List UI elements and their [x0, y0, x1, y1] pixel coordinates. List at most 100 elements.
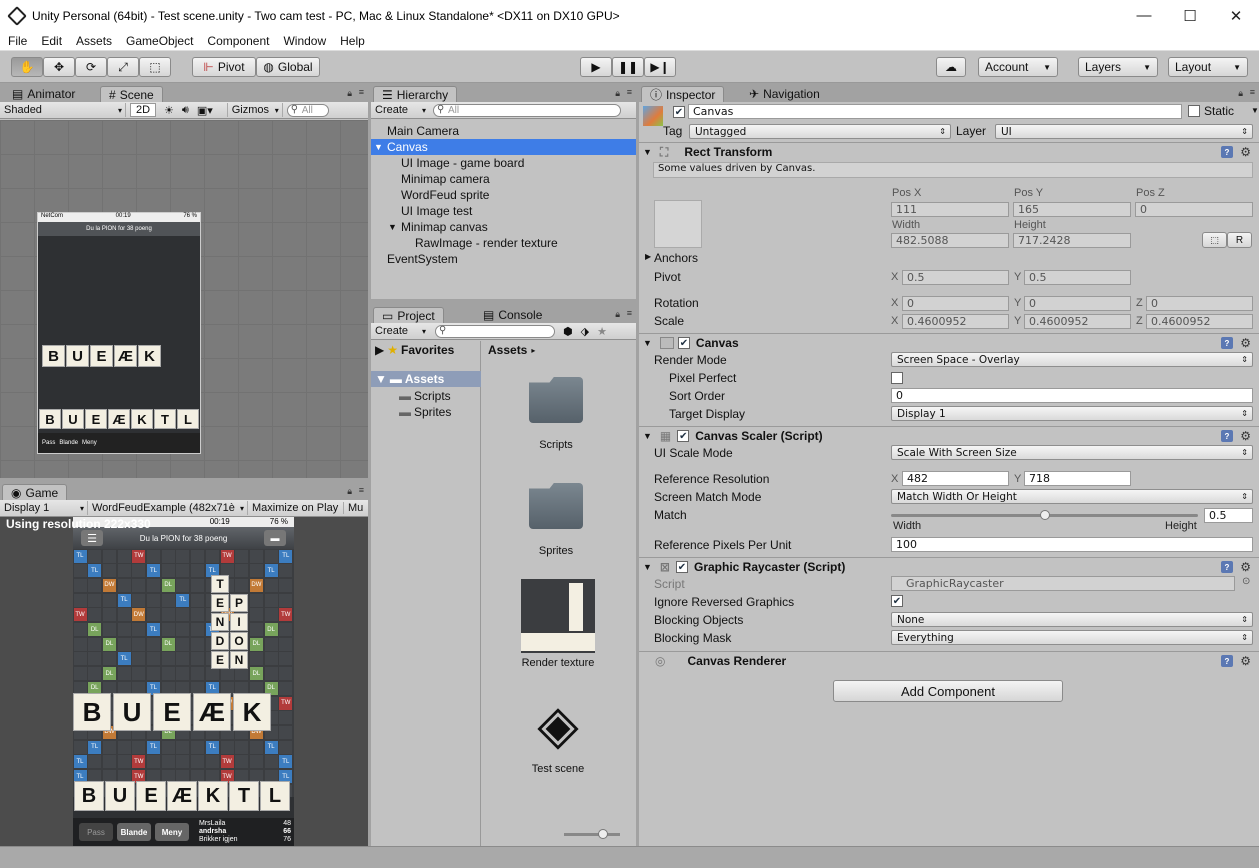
- pivot-x-field[interactable]: 0.5: [902, 270, 1009, 285]
- hierarchy-search-input[interactable]: All: [433, 103, 621, 117]
- filter-label-icon[interactable]: ⬗: [581, 325, 589, 338]
- ui-scale-mode-dropdown[interactable]: Scale With Screen Size: [891, 445, 1253, 460]
- tab-animator[interactable]: ▤ Animator: [4, 86, 83, 102]
- gizmos-dropdown[interactable]: Gizmos: [226, 103, 283, 117]
- ref-y-field[interactable]: 718: [1024, 471, 1131, 486]
- object-picker-icon[interactable]: ⊙: [1242, 576, 1250, 587]
- hierarchy-create-dropdown[interactable]: Create: [371, 103, 429, 117]
- posy-field[interactable]: 165: [1013, 202, 1131, 217]
- ppu-field[interactable]: 100: [891, 537, 1253, 552]
- hierarchy-item[interactable]: UI Image - game board: [371, 155, 636, 171]
- tab-scene[interactable]: # Scene: [100, 86, 163, 102]
- rect-tool-button[interactable]: ⬚: [139, 57, 171, 77]
- panel-menu-icon[interactable]: ≡: [1250, 87, 1255, 97]
- hierarchy-item[interactable]: Minimap camera: [371, 171, 636, 187]
- rot-x-field[interactable]: 0: [902, 296, 1009, 311]
- foldout-arrow-icon[interactable]: ▼: [388, 222, 397, 232]
- help-icon[interactable]: ?: [1221, 655, 1233, 667]
- assets-root-item[interactable]: ▼ ▬ Assets: [371, 371, 481, 387]
- asset-sprites[interactable]: Sprites: [524, 483, 588, 557]
- tab-game[interactable]: ◉ Game: [2, 484, 68, 500]
- lock-icon[interactable]: 🔒︎: [347, 486, 352, 497]
- pivot-toggle[interactable]: ⊩ Pivot: [192, 57, 256, 77]
- project-create-dropdown[interactable]: Create: [371, 324, 429, 338]
- static-checkbox[interactable]: [1188, 105, 1200, 117]
- ref-x-field[interactable]: 482: [902, 471, 1009, 486]
- hierarchy-item[interactable]: UI Image test: [371, 203, 636, 219]
- screen-match-mode-dropdown[interactable]: Match Width Or Height: [891, 489, 1253, 504]
- move-tool-button[interactable]: ✥: [43, 57, 75, 77]
- rot-y-field[interactable]: 0: [1024, 296, 1131, 311]
- shading-dropdown[interactable]: Shaded: [0, 103, 126, 117]
- rotate-tool-button[interactable]: ⟳: [75, 57, 107, 77]
- hierarchy-item[interactable]: Main Camera: [371, 123, 636, 139]
- step-button[interactable]: ▶❙: [644, 57, 676, 77]
- favorites-item[interactable]: ▶ ★ Favorites: [375, 343, 454, 357]
- posx-field[interactable]: 111: [891, 202, 1009, 217]
- sort-order-field[interactable]: 0: [891, 388, 1253, 403]
- mode-2d-toggle[interactable]: 2D: [130, 103, 156, 117]
- render-mode-dropdown[interactable]: Screen Space - Overlay: [891, 352, 1253, 367]
- help-icon[interactable]: ?: [1221, 430, 1233, 442]
- width-field[interactable]: 482.5088: [891, 233, 1009, 248]
- raw-edit-button[interactable]: R: [1227, 232, 1252, 248]
- menu-file[interactable]: File: [0, 34, 33, 48]
- slider-thumb[interactable]: [598, 829, 608, 839]
- foldout-arrow-icon[interactable]: ▼: [374, 142, 383, 152]
- tab-hierarchy[interactable]: ☰ Hierarchy: [373, 86, 458, 102]
- cloud-button[interactable]: ☁: [936, 57, 966, 77]
- asset-scripts[interactable]: Scripts: [524, 377, 588, 451]
- scene-search-input[interactable]: All: [286, 103, 329, 117]
- favorite-star-icon[interactable]: ★: [597, 325, 607, 338]
- hierarchy-item[interactable]: ▼ Minimap canvas: [371, 219, 636, 235]
- menu-edit[interactable]: Edit: [33, 34, 68, 48]
- gear-icon[interactable]: ⚙: [1240, 336, 1251, 350]
- panel-menu-icon[interactable]: ≡: [627, 87, 632, 97]
- play-button[interactable]: ▶: [580, 57, 612, 77]
- lock-icon[interactable]: 🔒︎: [347, 88, 352, 99]
- tab-inspector[interactable]: ⓘ Inspector: [641, 86, 725, 102]
- asset-test-scene[interactable]: ◈ Test scene: [518, 695, 598, 775]
- menu-gameobject[interactable]: GameObject: [118, 34, 199, 48]
- tree-folder-scripts[interactable]: ▬ Scripts: [399, 389, 451, 403]
- scale-tool-button[interactable]: ⤢: [107, 57, 139, 77]
- tab-project[interactable]: ▭ Project: [373, 307, 444, 323]
- blueprint-mode-button[interactable]: ⬚: [1202, 232, 1227, 248]
- canvas-renderer-header[interactable]: ◎ Canvas Renderer ? ⚙: [639, 651, 1259, 670]
- gear-icon[interactable]: ⚙: [1240, 429, 1251, 443]
- anchors-label[interactable]: Anchors: [654, 251, 698, 265]
- hierarchy-item[interactable]: ▼ Canvas: [371, 139, 636, 155]
- pause-button[interactable]: ❚❚: [612, 57, 644, 77]
- height-field[interactable]: 717.2428: [1013, 233, 1131, 248]
- breadcrumb-label[interactable]: Assets: [488, 343, 527, 357]
- mute-toggle[interactable]: Mu: [344, 502, 363, 514]
- add-component-button[interactable]: Add Component: [833, 680, 1063, 702]
- tab-navigation[interactable]: ✈ Navigation: [741, 86, 828, 102]
- raycaster-enabled-checkbox[interactable]: ✔: [675, 561, 688, 573]
- display-dropdown[interactable]: Display 1: [0, 501, 88, 515]
- rect-transform-header[interactable]: ▼ ⛶ Rect Transform ? ⚙: [639, 142, 1259, 161]
- blocking-mask-dropdown[interactable]: Everything: [891, 630, 1253, 645]
- canvas-enabled-checkbox[interactable]: ✔: [677, 337, 690, 349]
- graphic-raycaster-header[interactable]: ▼ ⊠ ✔ Graphic Raycaster (Script) ? ⚙: [639, 557, 1259, 576]
- posz-field[interactable]: 0: [1135, 202, 1253, 217]
- asset-render-texture[interactable]: Render texture: [518, 579, 598, 669]
- light-icon[interactable]: ☀: [164, 104, 174, 117]
- project-search-input[interactable]: [435, 324, 555, 338]
- canvas-scaler-header[interactable]: ▼ ▦ ✔ Canvas Scaler (Script) ? ⚙: [639, 426, 1259, 445]
- menu-assets[interactable]: Assets: [68, 34, 118, 48]
- maximize-button[interactable]: ☐: [1167, 0, 1213, 31]
- panel-menu-icon[interactable]: ≡: [359, 485, 364, 495]
- target-display-dropdown[interactable]: Display 1: [891, 406, 1253, 421]
- menu-help[interactable]: Help: [332, 34, 371, 48]
- hierarchy-item[interactable]: RawImage - render texture: [371, 235, 636, 251]
- panel-menu-icon[interactable]: ≡: [359, 87, 364, 97]
- filter-type-icon[interactable]: ⬢: [563, 325, 573, 338]
- account-dropdown[interactable]: Account ▼: [978, 57, 1058, 77]
- static-dropdown-icon[interactable]: ▼: [1251, 106, 1259, 115]
- maximize-on-play-toggle[interactable]: Maximize on Play: [248, 502, 344, 514]
- rot-z-field[interactable]: 0: [1146, 296, 1253, 311]
- close-button[interactable]: ✕: [1213, 0, 1259, 31]
- active-checkbox[interactable]: ✔: [673, 106, 685, 118]
- layers-dropdown[interactable]: Layers ▼: [1078, 57, 1158, 77]
